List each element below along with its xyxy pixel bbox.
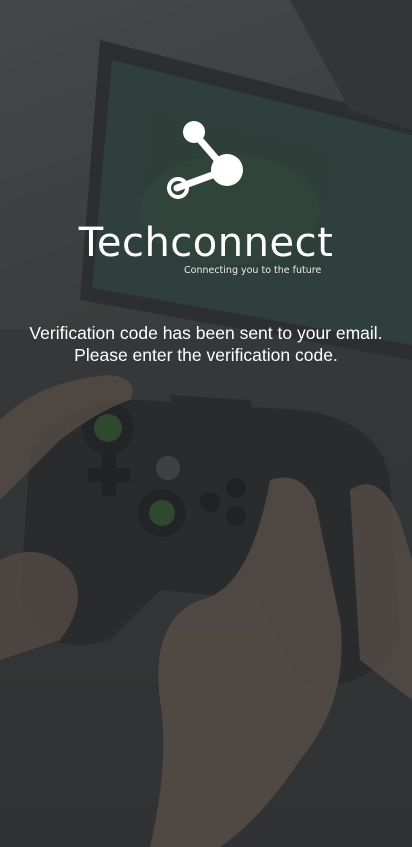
verification-message: Verification code has been sent to your … xyxy=(29,323,383,365)
verification-screen: Techconnect Connecting you to the future… xyxy=(0,0,412,847)
brand-tagline: Connecting you to the future xyxy=(184,265,322,276)
brand-name: Techconnect xyxy=(78,220,334,266)
share-nodes-icon xyxy=(167,121,243,199)
